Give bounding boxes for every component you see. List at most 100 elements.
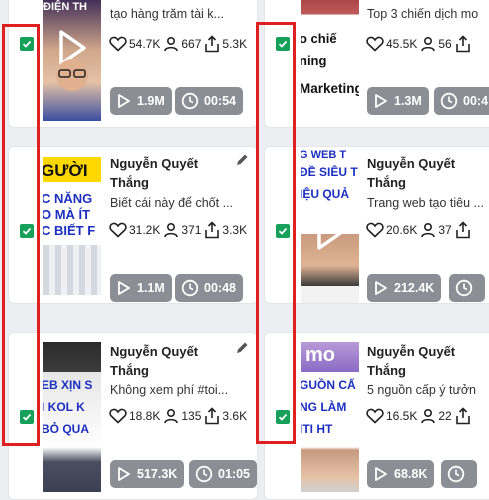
checkbox-column-highlight-left — [2, 24, 40, 446]
users-count: 371 — [181, 223, 202, 237]
author-name[interactable]: Nguyễn Quyết — [110, 342, 198, 361]
duration-pill: 01:05 — [189, 460, 257, 488]
author-name-line2[interactable]: Thắng — [110, 173, 149, 192]
user-icon — [163, 408, 179, 424]
thumbnail-caption: GUỒN CẤ — [301, 378, 356, 392]
share-icon — [204, 407, 220, 425]
video-card-3[interactable]: GƯỜI C NĂNG O MÀ ÍT C BIẾT F Nguyễn Quyế… — [8, 146, 258, 304]
author-name-line2[interactable]: Thắng — [110, 361, 149, 380]
video-stats: 18.8K 135 3.6K — [109, 407, 250, 425]
heart-icon — [109, 36, 127, 52]
duration-pill: 00:4 — [434, 87, 489, 115]
video-description: Trang web tạo tiêu ... — [367, 196, 484, 210]
share-icon — [204, 221, 220, 239]
video-card-6[interactable]: mo GUỒN CẤ NG LÀM ITI HT Nguyễn Quyết Th… — [264, 332, 489, 500]
pencil-icon[interactable] — [235, 153, 249, 167]
users-count: 667 — [181, 37, 202, 51]
author-name-line2[interactable]: Thắng — [367, 173, 406, 192]
clock-icon — [440, 92, 458, 110]
users-count: 56 — [438, 37, 452, 51]
thumbnail-caption: GƯỜI — [43, 161, 88, 180]
heart-icon — [366, 408, 384, 424]
thumbnail-caption: O MÀ ÍT — [43, 207, 91, 222]
thumbnail-caption: ning — [301, 53, 327, 68]
share-icon — [455, 35, 471, 53]
play-icon — [118, 467, 130, 481]
views-pill: 517.3K — [110, 460, 185, 488]
shares-count: 5.3K — [222, 37, 248, 51]
clock-icon — [195, 465, 213, 483]
views-count: 1.3M — [394, 94, 422, 108]
duration-pill: 00:54 — [175, 87, 243, 115]
users-count: 135 — [181, 409, 202, 423]
play-overlay-icon — [317, 214, 344, 250]
clock-icon — [181, 92, 199, 110]
play-icon — [118, 94, 130, 108]
video-card-2[interactable]: o chiế ning Marketing Top 3 chiến dịch m… — [264, 0, 489, 128]
video-stats: 16.5K 22 — [366, 407, 473, 425]
video-thumbnail[interactable]: G WEB T ĐỀ SIÊU T IỆU QUẢ — [301, 147, 359, 303]
views-count: 1.1M — [137, 281, 165, 295]
views-count: 212.4K — [394, 281, 435, 295]
pencil-icon[interactable] — [235, 341, 249, 355]
video-card-5[interactable]: EB XỊN S I KOL K BỎ QUA Nguyễn Quyết Thắ… — [8, 332, 258, 500]
thumbnail-caption: BỎ QUA — [43, 422, 89, 436]
share-icon — [204, 35, 220, 53]
users-count: 37 — [438, 223, 452, 237]
duration-pill: 00:48 — [175, 274, 243, 302]
thumbnail-caption: G WEB T — [301, 149, 347, 161]
video-description: Biết cái này để chốt ... — [110, 196, 233, 210]
views-pill: 212.4K — [367, 274, 442, 302]
author-name[interactable]: Nguyễn Quyết — [367, 154, 455, 173]
views-pill: 1.9M — [110, 87, 172, 115]
play-icon — [375, 281, 387, 295]
duration-value: 01:05 — [218, 467, 250, 481]
heart-icon — [366, 36, 384, 52]
video-thumbnail[interactable]: GƯỜI C NĂNG O MÀ ÍT C BIẾT F — [43, 157, 101, 295]
thumbnail-caption: IỆU QUẢ — [301, 187, 350, 201]
heart-icon — [366, 222, 384, 238]
video-card-4[interactable]: G WEB T ĐỀ SIÊU T IỆU QUẢ Nguyễn Quyết T… — [264, 146, 489, 304]
duration-value: 00:4 — [463, 94, 489, 108]
views-count: 1.9M — [137, 94, 165, 108]
clock-icon — [455, 279, 473, 297]
video-thumbnail[interactable]: o chiế ning Marketing — [301, 0, 359, 121]
face-illustration — [56, 59, 88, 91]
users-count: 22 — [438, 409, 452, 423]
video-card-1[interactable]: ĐIỆN TH tạo hàng trăm tài k... 54.7K 667… — [8, 0, 258, 128]
clock-icon — [181, 279, 199, 297]
play-icon — [118, 281, 130, 295]
views-pill: 1.3M — [367, 87, 429, 115]
video-thumbnail[interactable]: mo GUỒN CẤ NG LÀM ITI HT — [301, 342, 359, 492]
duration-pill — [449, 274, 485, 302]
video-stats: 20.6K 37 — [366, 221, 473, 239]
views-count: 517.3K — [137, 467, 178, 481]
author-name[interactable]: Nguyễn Quyết — [367, 342, 455, 361]
shares-count: 3.6K — [222, 409, 248, 423]
thumbnail-caption: NG LÀM — [301, 400, 347, 414]
duration-value: 00:54 — [204, 94, 236, 108]
views-count: 68.8K — [394, 467, 428, 481]
video-description: 5 nguồn cấp ý tưởn — [367, 383, 476, 397]
views-pill: 68.8K — [367, 460, 435, 488]
share-icon — [455, 407, 471, 425]
duration-value: 00:48 — [204, 281, 236, 295]
video-stats: 31.2K 371 3.3K — [109, 221, 250, 239]
thumbnail-caption: ITI HT — [301, 422, 333, 436]
video-stats: 45.5K 56 — [366, 35, 473, 53]
thumbnail-caption: C BIẾT F — [43, 223, 96, 238]
author-name-line2[interactable]: Thắng — [367, 361, 406, 380]
video-thumbnail[interactable]: ĐIỆN TH — [43, 0, 101, 121]
likes-count: 18.8K — [129, 409, 161, 423]
likes-count: 31.2K — [129, 223, 161, 237]
video-thumbnail[interactable]: EB XỊN S I KOL K BỎ QUA — [43, 342, 101, 492]
video-stats: 54.7K 667 5.3K — [109, 35, 250, 53]
author-name[interactable]: Nguyễn Quyết — [110, 154, 198, 173]
user-icon — [420, 408, 436, 424]
thumbnail-graphic — [43, 245, 101, 295]
likes-count: 45.5K — [386, 37, 418, 51]
thumbnail-caption: I KOL K — [43, 400, 85, 414]
thumbnail-caption: EB XỊN S — [43, 378, 93, 392]
heart-icon — [109, 222, 127, 238]
likes-count: 16.5K — [386, 409, 418, 423]
